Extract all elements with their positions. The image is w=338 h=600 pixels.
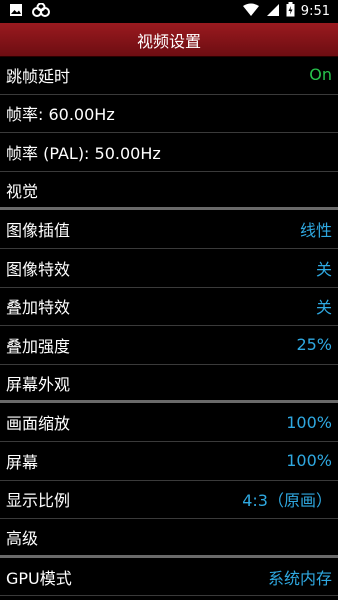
link-icon	[31, 2, 51, 21]
setting-value: 100%	[286, 412, 332, 432]
title-bar: 视频设置	[0, 23, 338, 57]
setting-value: 4:3（原画）	[242, 491, 332, 511]
setting-label: 叠加特效	[6, 298, 71, 318]
setting-row[interactable]: 跳帧延时 On	[0, 56, 338, 95]
setting-label: 屏幕	[6, 452, 39, 472]
wifi-icon	[242, 2, 260, 21]
status-bar: 9:51	[0, 0, 338, 23]
setting-row[interactable]: 图像插值 线性	[0, 210, 338, 249]
setting-row[interactable]: 叠加特效 关	[0, 288, 338, 327]
setting-value: 100%	[286, 451, 332, 471]
setting-label: 叠加强度	[6, 336, 71, 356]
setting-value: 系统内存	[267, 568, 332, 588]
setting-value: 25%	[296, 335, 332, 355]
setting-row[interactable]: 帧率: 60.00Hz	[0, 95, 338, 134]
image-icon	[9, 2, 23, 21]
section-header: 高级	[0, 519, 338, 558]
setting-row[interactable]: 叠加强度 25%	[0, 326, 338, 365]
setting-label: 帧率: 60.00Hz	[6, 105, 115, 125]
setting-row[interactable]: 图像特效 关	[0, 249, 338, 288]
setting-label: 屏幕外观	[6, 374, 71, 394]
setting-label: 视觉	[6, 181, 39, 201]
setting-row[interactable]: 画面缩放 100%	[0, 403, 338, 442]
setting-label: 图像插值	[6, 221, 71, 241]
setting-row[interactable]: 屏幕 100%	[0, 442, 338, 481]
setting-label: 跳帧延时	[6, 66, 71, 86]
setting-label: 显示比例	[6, 491, 71, 511]
setting-label: 图像特效	[6, 259, 71, 279]
setting-row[interactable]: GPU模式 系统内存	[0, 558, 338, 597]
cell-signal-icon	[266, 2, 280, 21]
setting-row[interactable]: 帧率 (PAL): 50.00Hz	[0, 133, 338, 172]
setting-label: 帧率 (PAL): 50.00Hz	[6, 143, 161, 163]
page-title: 视频设置	[136, 31, 201, 51]
settings-list: 跳帧延时 On 帧率: 60.00Hz 帧率 (PAL): 50.00Hz 视觉图像插值…	[0, 56, 338, 597]
battery-icon	[286, 2, 295, 21]
setting-value: 线性	[299, 221, 332, 241]
section-header: 视觉	[0, 172, 338, 211]
setting-label: 高级	[6, 528, 39, 548]
setting-label: 画面缩放	[6, 414, 71, 434]
section-header: 屏幕外观	[0, 365, 338, 404]
setting-row[interactable]: 显示比例 4:3（原画）	[0, 481, 338, 520]
setting-value: 关	[315, 298, 332, 318]
setting-label: GPU模式	[6, 568, 72, 588]
clock: 9:51	[300, 4, 330, 19]
setting-value: On	[309, 65, 332, 85]
setting-value: 关	[315, 259, 332, 279]
